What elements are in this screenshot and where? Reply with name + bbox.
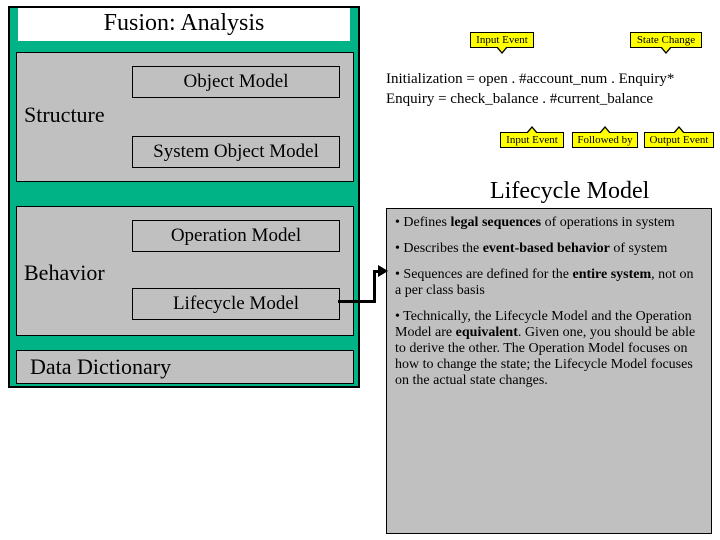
lifecycle-model-box: Lifecycle Model: [132, 288, 340, 320]
equation-line2: Enquiry = check_balance . #current_balan…: [386, 90, 714, 110]
data-dictionary-label: Data Dictionary: [30, 354, 171, 380]
callout-state-change: State Change: [630, 32, 702, 48]
object-model-box: Object Model: [132, 66, 340, 98]
callout-followed-by: Followed by: [572, 132, 638, 148]
bullet-4: • Technically, the Lifecycle Model and t…: [395, 309, 703, 389]
structure-label: Structure: [24, 102, 105, 128]
operation-model-box: Operation Model: [132, 220, 340, 252]
bullet-2: • Describes the event-based behavior of …: [395, 241, 703, 257]
arrowhead-icon: [378, 265, 388, 277]
bullet-3: • Sequences are defined for the entire s…: [395, 267, 703, 299]
analysis-panel: Fusion: Analysis Structure Behavior Data…: [8, 6, 360, 388]
connector-line: [338, 300, 376, 303]
callout-output-event: Output Event: [644, 132, 714, 148]
callout-input-event: Input Event: [470, 32, 534, 48]
callout-input-event2: Input Event: [500, 132, 564, 148]
equation-line1: Initialization = open . #account_num . E…: [386, 70, 714, 90]
behavior-label: Behavior: [24, 260, 105, 286]
lifecycle-description: • Defines legal sequences of operations …: [386, 208, 712, 534]
panel-title: Fusion: Analysis: [18, 8, 350, 41]
bullet-1: • Defines legal sequences of operations …: [395, 215, 703, 231]
system-object-model-box: System Object Model: [132, 136, 340, 168]
connector-line: [373, 270, 376, 303]
equations: Initialization = open . #account_num . E…: [386, 70, 714, 109]
lifecycle-heading: Lifecycle Model: [490, 178, 649, 205]
